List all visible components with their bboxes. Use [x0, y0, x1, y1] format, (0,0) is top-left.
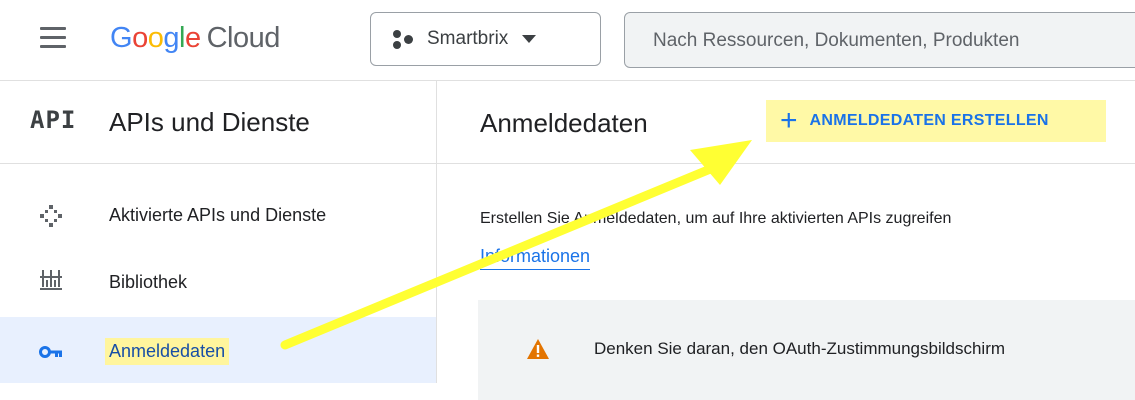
plus-icon: + — [780, 104, 798, 137]
sidebar-item-credentials[interactable]: Anmeldedaten — [0, 317, 436, 383]
page-header: Anmeldedaten + ANMELDEDATEN ERSTELLEN — [437, 81, 1135, 164]
page-title: Anmeldedaten — [480, 108, 648, 138]
sidebar-item-library[interactable]: Bibliothek — [0, 251, 436, 313]
search-box[interactable] — [624, 12, 1135, 68]
project-selector-button[interactable]: Smartbrix — [370, 12, 601, 66]
create-credentials-button[interactable]: + ANMELDEDATEN ERSTELLEN — [766, 100, 1106, 142]
chevron-down-icon — [522, 35, 537, 43]
main-menu-icon[interactable] — [40, 27, 66, 49]
project-name: Smartbrix — [427, 28, 509, 49]
key-icon — [39, 346, 62, 358]
sidebar-item-label: Aktivierte APIs und Dienste — [109, 205, 327, 225]
sidebar-item-enabled-apis[interactable]: Aktivierte APIs und Dienste — [0, 185, 436, 247]
sidebar: API APIs und Dienste Aktivierte APIs und… — [0, 81, 437, 383]
sidebar-title: APIs und Dienste — [109, 107, 310, 137]
credentials-description: Erstellen Sie Anmeldedaten, um auf Ihre … — [480, 210, 952, 227]
sidebar-header: API APIs und Dienste — [0, 81, 436, 164]
create-credentials-label: ANMELDEDATEN ERSTELLEN — [809, 112, 1049, 129]
google-cloud-logo[interactable]: Google Cloud — [110, 22, 280, 55]
top-bar: Google Cloud Smartbrix — [0, 0, 1135, 81]
api-diamond-icon — [40, 205, 62, 227]
warning-text: Denken Sie daran, den OAuth-Zustimmungsb… — [594, 339, 1006, 358]
search-input[interactable] — [651, 29, 1135, 53]
warning-icon — [527, 339, 549, 359]
sidebar-item-label: Anmeldedaten — [105, 338, 230, 365]
api-logo-icon: API — [30, 106, 77, 134]
oauth-warning-banner: Denken Sie daran, den OAuth-Zustimmungsb… — [478, 300, 1135, 400]
library-icon — [40, 270, 62, 290]
project-icon — [391, 27, 415, 51]
main-content: Anmeldedaten + ANMELDEDATEN ERSTELLEN Er… — [437, 81, 1135, 400]
more-info-link[interactable]: Informationen — [480, 246, 591, 270]
sidebar-item-label: Bibliothek — [109, 272, 188, 292]
